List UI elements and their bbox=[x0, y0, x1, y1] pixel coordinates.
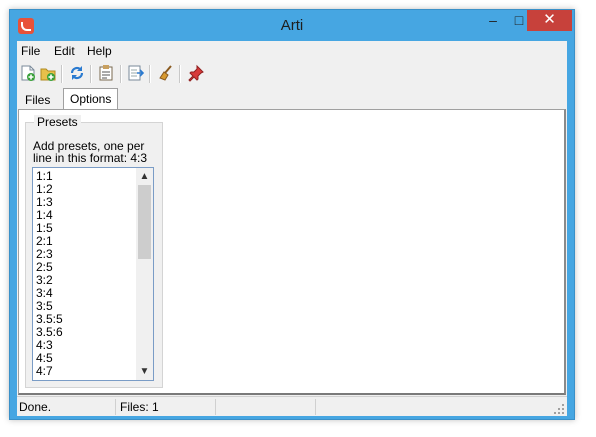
status-divider bbox=[315, 399, 316, 415]
status-message: Done. bbox=[19, 400, 52, 414]
export-icon[interactable] bbox=[127, 64, 145, 82]
app-window: Arti – □ ✕ File Edit Help Files Options … bbox=[9, 9, 575, 420]
toolbar-separator bbox=[179, 65, 181, 83]
presets-help-text: Add presets, one per line in this format… bbox=[33, 139, 148, 165]
status-bar: Done. Files: 1 bbox=[17, 396, 567, 416]
toolbar-separator bbox=[90, 65, 92, 83]
status-divider bbox=[215, 399, 216, 415]
close-button[interactable]: ✕ bbox=[527, 10, 572, 31]
presets-textbox[interactable]: 1:1 1:2 1:3 1:4 1:5 2:1 2:3 2:5 3:2 3:4 … bbox=[32, 167, 154, 381]
scroll-down-icon[interactable]: ▼ bbox=[136, 363, 153, 380]
minimize-button[interactable]: – bbox=[480, 11, 506, 31]
scroll-thumb[interactable] bbox=[138, 185, 151, 259]
toolbar-separator bbox=[149, 65, 151, 83]
menu-bar: File Edit Help bbox=[17, 41, 567, 61]
status-file-count: Files: 1 bbox=[120, 400, 159, 414]
menu-help[interactable]: Help bbox=[87, 44, 112, 58]
properties-icon[interactable] bbox=[97, 64, 115, 82]
client-area: File Edit Help Files Options Presets Add… bbox=[17, 41, 567, 416]
presets-group-label: Presets bbox=[34, 115, 81, 129]
toolbar bbox=[17, 61, 567, 87]
add-folder-icon[interactable] bbox=[39, 64, 57, 82]
tab-strip: Files Options bbox=[17, 87, 567, 111]
menu-edit[interactable]: Edit bbox=[54, 44, 75, 58]
tab-options[interactable]: Options bbox=[63, 88, 119, 111]
resize-grip-icon[interactable] bbox=[554, 404, 564, 414]
new-file-icon[interactable] bbox=[19, 64, 37, 82]
refresh-icon[interactable] bbox=[68, 64, 86, 82]
presets-scrollbar[interactable]: ▲ ▼ bbox=[136, 168, 153, 380]
menu-file[interactable]: File bbox=[21, 44, 40, 58]
pin-icon[interactable] bbox=[187, 64, 205, 82]
scroll-up-icon[interactable]: ▲ bbox=[136, 168, 153, 185]
clean-icon[interactable] bbox=[157, 64, 175, 82]
presets-group: Presets Add presets, one per line in thi… bbox=[25, 115, 163, 388]
toolbar-separator bbox=[61, 65, 63, 83]
presets-text: 1:1 1:2 1:3 1:4 1:5 2:1 2:3 2:5 3:2 3:4 … bbox=[36, 169, 63, 378]
options-panel: Presets Add presets, one per line in thi… bbox=[18, 109, 566, 395]
title-bar[interactable]: Arti – □ ✕ bbox=[10, 10, 574, 42]
toolbar-separator bbox=[120, 65, 122, 83]
tab-files[interactable]: Files bbox=[19, 91, 56, 109]
status-divider bbox=[115, 399, 116, 415]
